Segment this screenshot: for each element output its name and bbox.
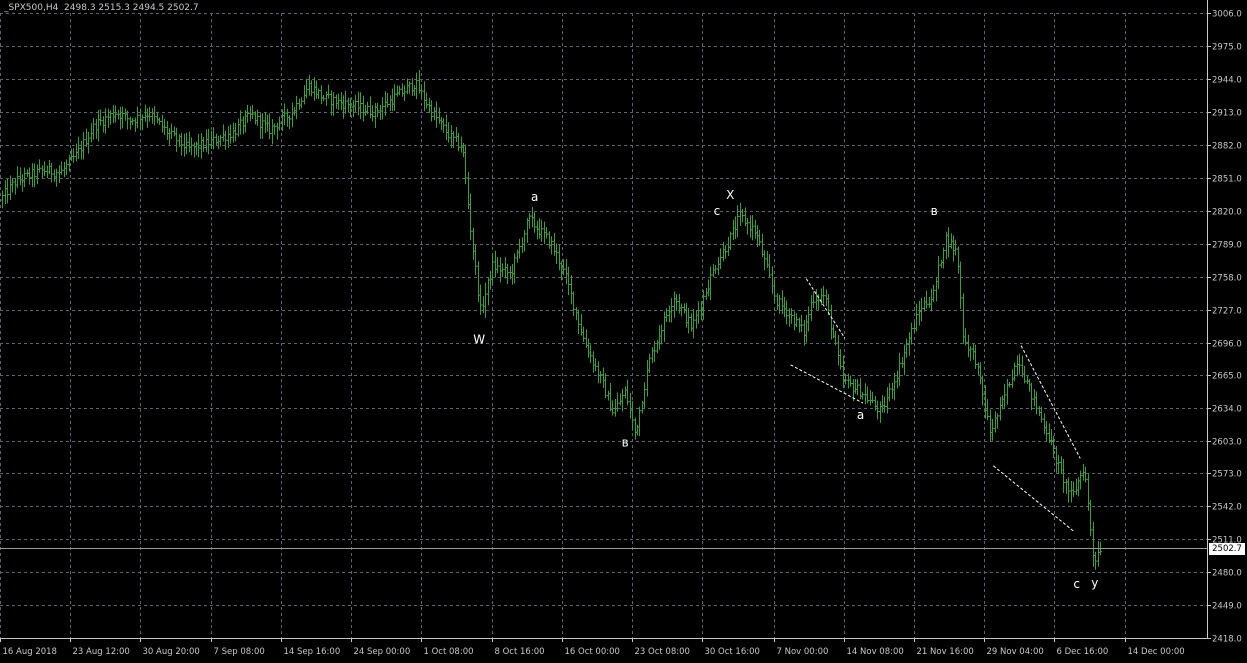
price-chart[interactable]: 3006.0 2975.0 2944.0 2913.0 2882.0 2851.0 2820… <box>0 0 1247 663</box>
x-tick-label: 7 Sep 08:00 <box>214 647 265 657</box>
y-tick-label: 2573.0 <box>1212 470 1242 480</box>
x-tick-label: 7 Nov 00:00 <box>777 647 829 657</box>
y-tick-label: 2418.0 <box>1212 635 1242 645</box>
x-tick-label: 30 Aug 20:00 <box>143 647 200 657</box>
y-tick-label: 3006.0 <box>1212 10 1242 20</box>
wave-label: c <box>1073 577 1080 591</box>
wave-label: y <box>1091 576 1098 590</box>
x-tick-label: 8 Oct 16:00 <box>495 647 545 657</box>
y-tick-label: 2727.0 <box>1212 307 1242 317</box>
x-tick-label: 21 Nov 16:00 <box>917 647 974 657</box>
wave-label: X <box>726 188 734 202</box>
x-tick-label: 14 Dec 00:00 <box>1128 647 1185 657</box>
y-tick-label: 2882.0 <box>1212 142 1242 152</box>
x-tick-label: 1 Oct 08:00 <box>424 647 474 657</box>
x-tick-label: 23 Oct 08:00 <box>635 647 690 657</box>
y-tick-label: 2449.0 <box>1212 602 1242 612</box>
y-tick-label: 2758.0 <box>1212 274 1242 284</box>
y-tick-label: 2789.0 <box>1212 241 1242 251</box>
y-tick-label: 2944.0 <box>1212 76 1242 86</box>
y-tick-label: 2820.0 <box>1212 208 1242 218</box>
x-tick-label: 16 Oct 00:00 <box>565 647 620 657</box>
y-tick-label: 2480.0 <box>1212 569 1242 579</box>
chart-window[interactable]: 3006.0 2975.0 2944.0 2913.0 2882.0 2851.0 2820… <box>0 0 1247 663</box>
chart-background <box>0 0 1247 663</box>
x-tick-label: 23 Aug 12:00 <box>73 647 130 657</box>
y-tick-label: 2975.0 <box>1212 43 1242 53</box>
current-price-tag: 2502.7 <box>1209 542 1245 555</box>
wave-label: в <box>622 436 629 450</box>
y-tick-label: 2913.0 <box>1212 109 1242 119</box>
y-tick-label: 2851.0 <box>1212 175 1242 185</box>
wave-label: a <box>531 190 538 204</box>
x-tick-label: 16 Aug 2018 <box>3 647 57 657</box>
y-tick-label: 2696.0 <box>1212 340 1242 350</box>
x-tick-label: 14 Nov 08:00 <box>847 647 904 657</box>
x-tick-label: 30 Oct 16:00 <box>705 647 760 657</box>
symbol-info: _SPX500,H4 2498.3 2515.3 2494.5 2502.7 <box>4 3 199 13</box>
x-tick-label: 24 Sep 00:00 <box>354 647 411 657</box>
y-tick-label: 2665.0 <box>1212 372 1242 382</box>
x-tick-label: 29 Nov 04:00 <box>987 647 1044 657</box>
wave-label: a <box>857 408 864 422</box>
x-tick-label: 6 Dec 16:00 <box>1057 647 1109 657</box>
wave-label: в <box>931 204 938 218</box>
wave-label: c <box>714 204 721 218</box>
y-tick-label: 2542.0 <box>1212 503 1242 513</box>
y-tick-label: 2603.0 <box>1212 438 1242 448</box>
y-tick-label: 2634.0 <box>1212 405 1242 415</box>
wave-label: W <box>473 333 485 347</box>
x-tick-label: 14 Sep 16:00 <box>284 647 341 657</box>
